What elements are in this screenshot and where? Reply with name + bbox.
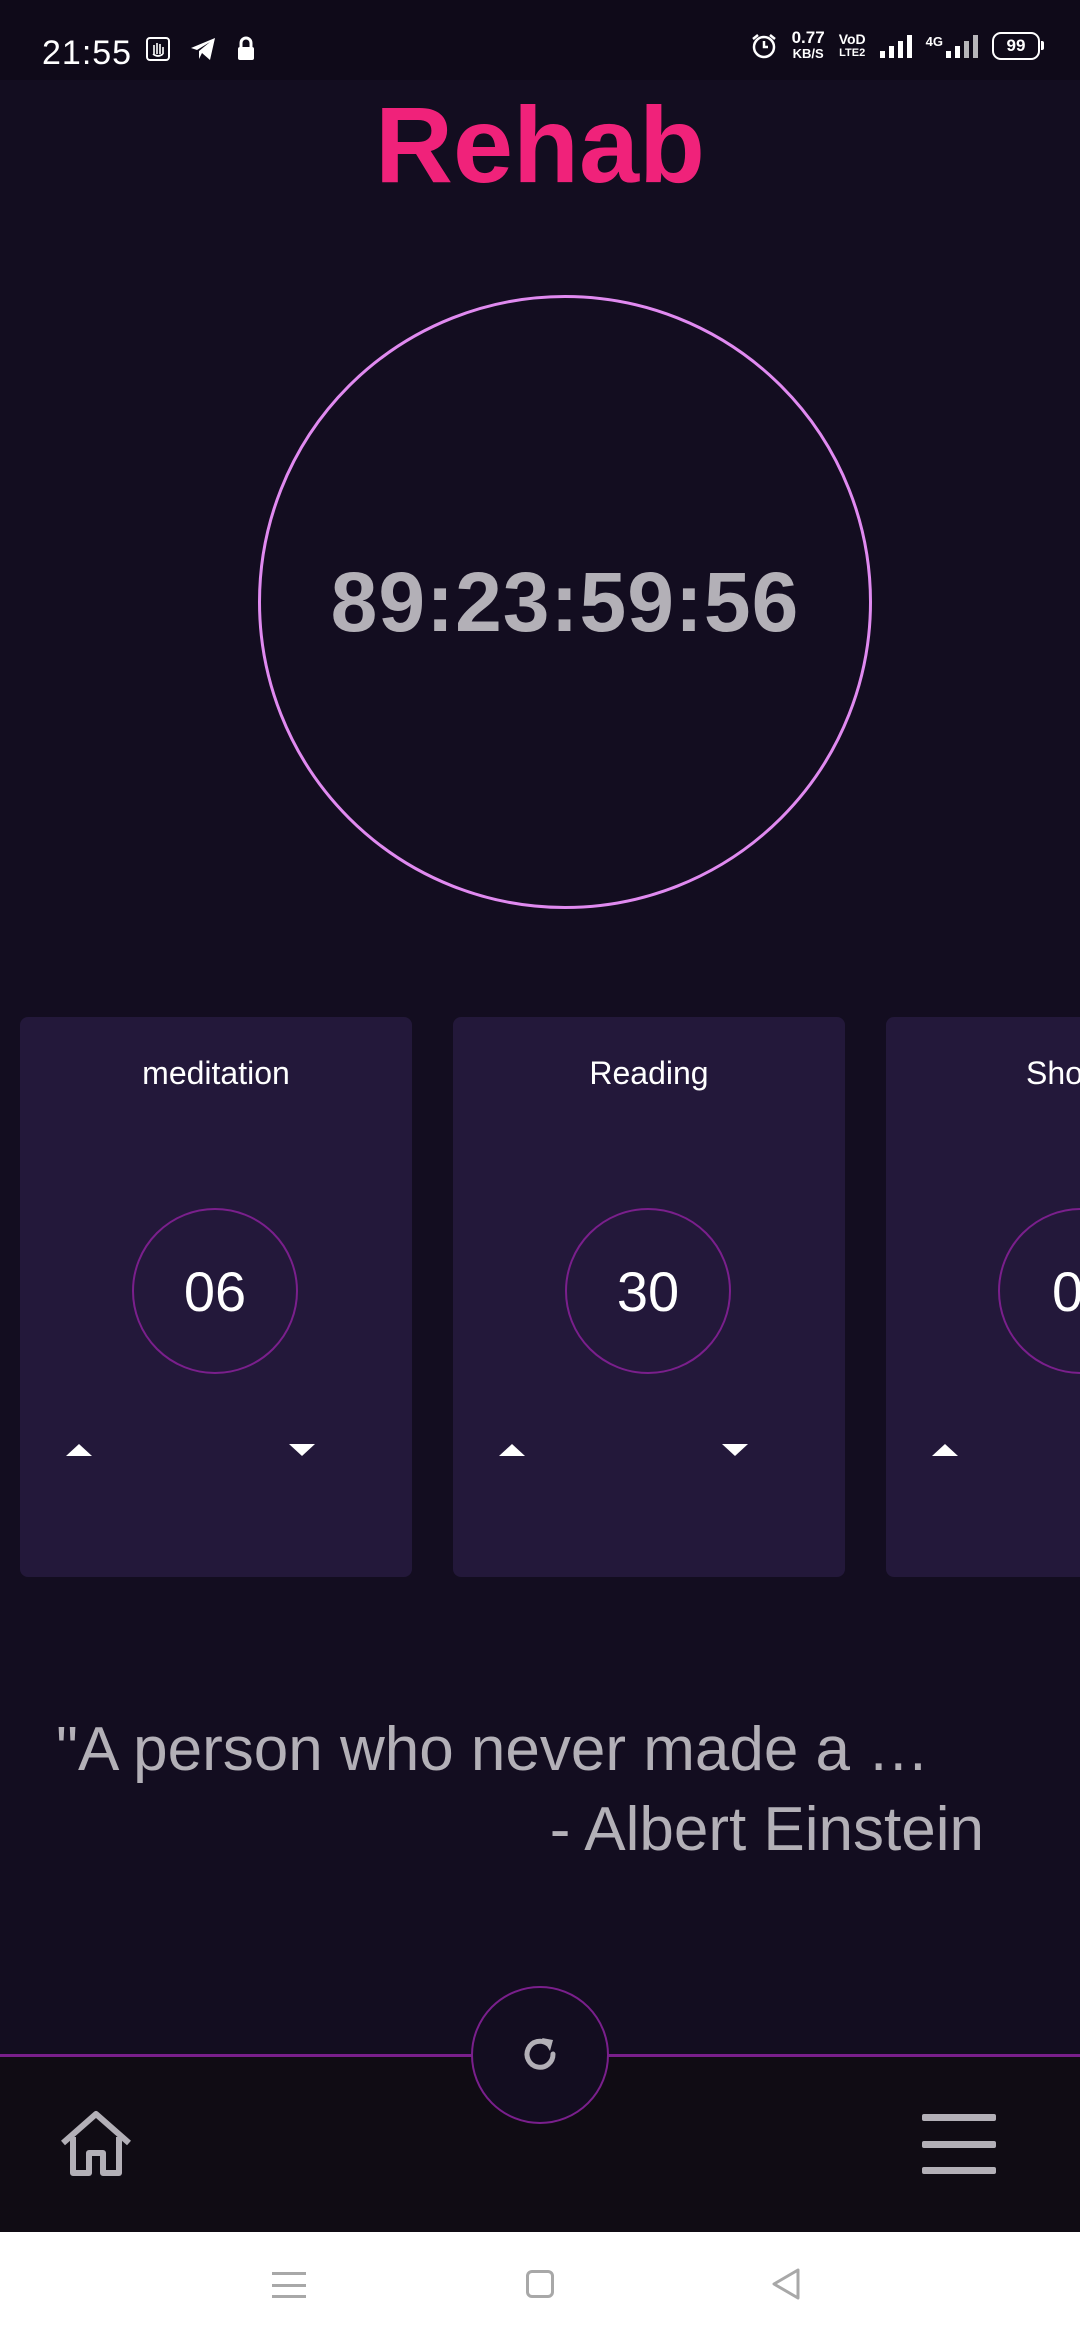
menu-button[interactable]: [922, 2114, 996, 2174]
volte-line1: VoD: [838, 31, 866, 47]
volte-line2: LTE2: [839, 47, 866, 59]
system-home-icon[interactable]: [526, 2270, 554, 2298]
alarm-icon: [751, 34, 776, 59]
refresh-icon: [524, 2038, 556, 2070]
menu-line: [922, 2114, 996, 2121]
app-title: Rehab: [374, 84, 706, 205]
activity-value-circle: 30: [565, 1208, 731, 1374]
app-screen: 21:55 0.77 KB/S VoD LTE2 4G 99 Rehab 89:…: [0, 0, 1080, 2232]
status-time: 21:55: [42, 34, 133, 72]
menu-line: [922, 2140, 996, 2148]
network-speed: 0.77 KB/S: [791, 28, 825, 62]
refresh-button[interactable]: [471, 1986, 609, 2124]
status-bar: 21:55 0.77 KB/S VoD LTE2 4G 99: [0, 0, 1080, 80]
increase-arrow-icon[interactable]: [57, 1435, 101, 1465]
back-icon[interactable]: [768, 2266, 804, 2302]
activity-label: meditation: [142, 1055, 290, 1091]
volte-indicator: VoD LTE2: [839, 32, 866, 60]
activity-value-circle: 0: [998, 1208, 1080, 1374]
activity-card-meditation: meditation 06: [20, 1017, 412, 1577]
activity-value-circle: 06: [132, 1208, 298, 1374]
home-button[interactable]: [56, 2108, 136, 2180]
activity-value: 30: [616, 1259, 680, 1323]
countdown-timer: 89:23:59:56: [330, 554, 800, 649]
activity-card-partial: Sho 0: [886, 1017, 1080, 1577]
signal-strength-icon: [879, 34, 912, 58]
quote-author: - Albert Einstein: [549, 1795, 984, 1864]
network-speed-value: 0.77: [791, 28, 825, 47]
recent-apps-icon[interactable]: [272, 2272, 306, 2298]
activity-value: 06: [183, 1259, 247, 1323]
activity-value: 0: [1052, 1259, 1080, 1323]
lock-icon: [238, 36, 254, 60]
status-right-icons: 0.77 KB/S VoD LTE2 4G 99: [750, 28, 1044, 62]
signal-4g-icon: 4G: [926, 34, 978, 58]
quote-text: "A person who never made a …: [56, 1715, 930, 1784]
activity-card-reading: Reading 30: [453, 1017, 845, 1577]
network-speed-unit: KB/S: [792, 46, 824, 61]
battery-level: 99: [1006, 36, 1026, 55]
activity-label: Sho: [1026, 1055, 1080, 1091]
decrease-arrow-icon[interactable]: [280, 1435, 324, 1465]
telegram-icon: [191, 38, 215, 60]
increase-arrow-icon[interactable]: [923, 1435, 967, 1465]
decrease-arrow-icon[interactable]: [713, 1435, 757, 1465]
notification-icons: [145, 36, 257, 62]
activity-cards[interactable]: meditation 06 Reading 30 Sho 0: [20, 1017, 1080, 1577]
timer-circle: 89:23:59:56: [258, 295, 872, 909]
activity-label: Reading: [589, 1055, 709, 1091]
gesture-app-icon: [146, 37, 170, 61]
network-4g-label: 4G: [925, 34, 943, 49]
home-icon: [61, 2111, 131, 2176]
increase-arrow-icon[interactable]: [490, 1435, 534, 1465]
battery-icon: 99: [992, 32, 1044, 60]
menu-line: [922, 2167, 996, 2174]
